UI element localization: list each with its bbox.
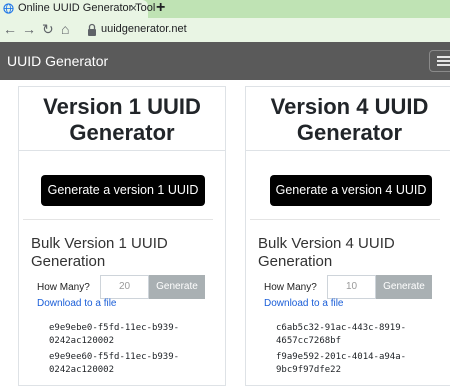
bulk-generate-button[interactable]: Generate bbox=[376, 275, 432, 299]
browser-tab[interactable]: Online UUID Generator Tool × bbox=[0, 0, 155, 18]
how-many-label: How Many? bbox=[264, 282, 317, 293]
generate-version1-button[interactable]: Generate a version 1 UUID bbox=[41, 175, 205, 206]
card-title: Version 4 UUID Generator bbox=[270, 94, 429, 145]
how-many-label: How Many? bbox=[37, 282, 90, 293]
version1-card: Version 1 UUID Generator Generate a vers… bbox=[18, 86, 226, 386]
uuid-list-item[interactable]: e9e9ebe0-f5fd-11ec-b939- 0242ac120002 bbox=[49, 322, 219, 348]
bulk-generate-button[interactable]: Generate bbox=[149, 275, 205, 299]
divider bbox=[23, 219, 213, 220]
download-link[interactable]: Download to a file bbox=[264, 298, 344, 309]
forward-arrow-icon[interactable]: → bbox=[22, 21, 36, 37]
download-link[interactable]: Download to a file bbox=[37, 298, 117, 309]
lock-icon[interactable] bbox=[86, 23, 98, 37]
address-bar-row: ← → ↻ ⌂ uuidgenerator.net bbox=[0, 18, 450, 43]
bulk-title: Bulk Version 4 UUID Generation bbox=[258, 235, 395, 270]
url-field[interactable]: uuidgenerator.net bbox=[101, 23, 187, 35]
home-icon[interactable]: ⌂ bbox=[61, 21, 69, 37]
how-many-input[interactable]: 20 bbox=[100, 275, 149, 299]
favicon-globe-icon bbox=[3, 3, 14, 14]
bulk-title: Bulk Version 1 UUID Generation bbox=[31, 235, 168, 270]
site-navbar: UUID Generator bbox=[0, 42, 450, 80]
card-header: Version 1 UUID Generator bbox=[19, 87, 225, 151]
divider bbox=[250, 219, 440, 220]
site-brand[interactable]: UUID Generator bbox=[7, 53, 108, 69]
card-header: Version 4 UUID Generator bbox=[246, 87, 450, 151]
new-tab-button[interactable]: + bbox=[156, 0, 165, 17]
uuid-list-item[interactable]: e9e9ee60-f5fd-11ec-b939- 0242ac120002 bbox=[49, 351, 219, 377]
reload-icon[interactable]: ↻ bbox=[42, 21, 54, 38]
how-many-input[interactable]: 10 bbox=[327, 275, 376, 299]
browser-tab-strip: Online UUID Generator Tool × + bbox=[0, 0, 450, 18]
uuid-list-item[interactable]: c6ab5c32-91ac-443c-8919- 4657cc7268bf bbox=[276, 322, 446, 348]
card-title: Version 1 UUID Generator bbox=[43, 94, 201, 145]
hamburger-menu-icon[interactable] bbox=[429, 50, 450, 72]
back-arrow-icon[interactable]: ← bbox=[3, 21, 17, 37]
generate-version4-button[interactable]: Generate a version 4 UUID bbox=[270, 175, 432, 206]
uuid-list-item[interactable]: f9a9e592-201c-4014-a94a- 9bc9f97dfe22 bbox=[276, 351, 446, 377]
tab-close-icon[interactable]: × bbox=[130, 1, 137, 15]
version4-card: Version 4 UUID Generator Generate a vers… bbox=[245, 86, 450, 386]
